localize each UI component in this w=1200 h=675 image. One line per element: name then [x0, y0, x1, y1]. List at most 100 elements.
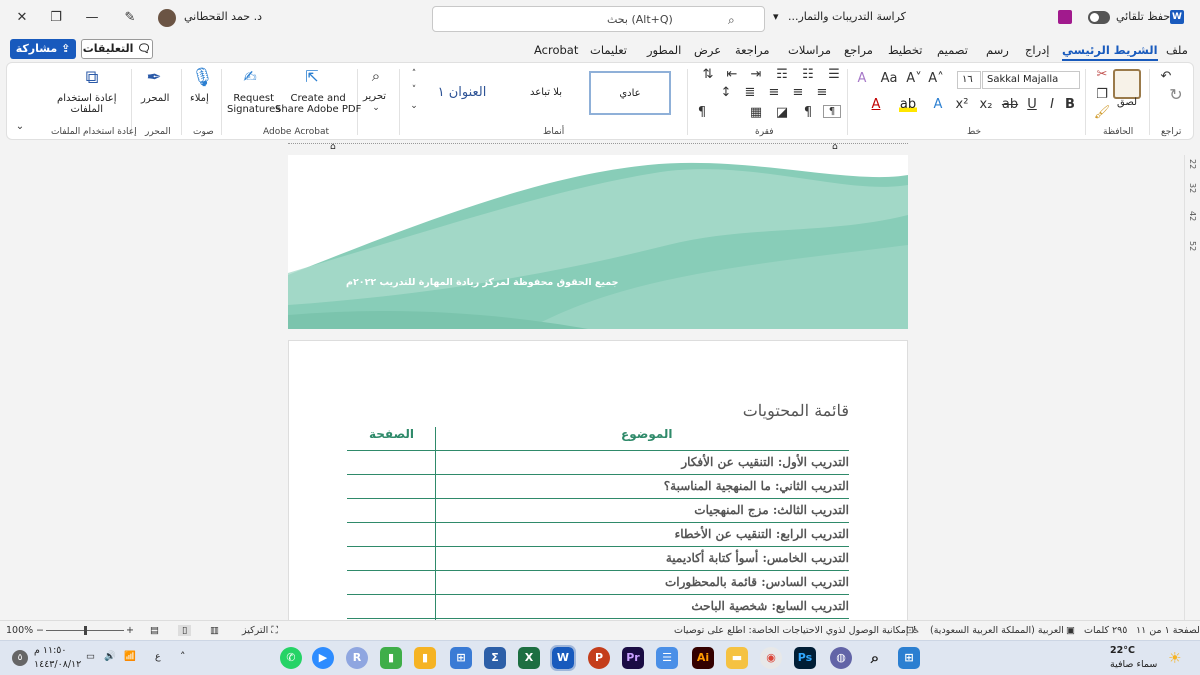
editing-dropdown-icon[interactable]: ⌄ [367, 103, 385, 113]
battery-icon[interactable]: ▭ [86, 651, 95, 662]
style-normal[interactable]: عادي [589, 71, 671, 115]
ruler-left-marker[interactable]: ⌂ [330, 142, 336, 152]
sort-icon[interactable]: ⇅ [699, 67, 717, 82]
reuse-files-icon[interactable]: ⧉ [83, 67, 101, 88]
r-app-icon[interactable]: R [346, 647, 368, 669]
clear-format-icon[interactable]: A [853, 71, 871, 86]
tab-review[interactable]: مراجعة [735, 43, 770, 57]
notes-app-icon[interactable]: ☰ [656, 647, 678, 669]
style-no-spacing[interactable]: بلا تباعد [505, 71, 587, 115]
editor-icon[interactable]: ✒ [145, 67, 163, 88]
tab-references[interactable]: مراجع [844, 43, 873, 57]
request-signatures-icon[interactable]: ✍ [241, 67, 259, 86]
show-marks-icon[interactable]: ¶ [693, 105, 711, 120]
underline-icon[interactable]: U [1023, 97, 1041, 112]
request-signatures-button[interactable]: Request Signatures [227, 93, 280, 115]
shrink-font-icon[interactable]: A˅ [905, 71, 923, 86]
styles-up-icon[interactable]: ˄ [405, 69, 423, 79]
tab-help[interactable]: تعليمات [590, 43, 627, 57]
find-icon[interactable]: ⌕ [367, 67, 385, 85]
page-count[interactable]: الصفحة ١ من ١١ [1136, 625, 1200, 636]
tab-file[interactable]: ملف [1166, 43, 1188, 57]
tab-insert[interactable]: إدراج [1025, 43, 1050, 57]
rtl-direction-icon[interactable]: ¶ [823, 105, 841, 118]
document-title[interactable]: كراسة التدريبات والتمار... [788, 10, 906, 23]
justify-icon[interactable]: ≣ [741, 85, 759, 100]
close-icon[interactable]: ✕ [12, 8, 32, 28]
clock-time[interactable]: ١١:٥٠ م [34, 645, 67, 656]
style-heading-1[interactable]: العنوان ١ [421, 71, 503, 115]
chrome-icon[interactable]: ◉ [760, 647, 782, 669]
tray-chevron-icon[interactable]: ˄ [180, 650, 186, 663]
weather-desc[interactable]: سماء صافية [1110, 659, 1157, 670]
ltr-direction-icon[interactable]: ¶ [799, 105, 817, 120]
editor-button[interactable]: المحرر [141, 93, 169, 104]
focus-button[interactable]: التركيز ⛶ [242, 625, 278, 636]
tab-view[interactable]: عرض [694, 43, 721, 57]
tab-developer[interactable]: المطور [647, 43, 681, 57]
powerbi-icon[interactable]: ▮ [414, 647, 436, 669]
font-name-input[interactable]: Sakkal Majalla [982, 71, 1080, 89]
illustrator-icon[interactable]: Ai [692, 647, 714, 669]
microphone-icon[interactable]: 🎙 [191, 67, 214, 88]
photoshop-icon[interactable]: Ps [794, 647, 816, 669]
editing-button[interactable]: تحرير [363, 91, 386, 102]
borders-icon[interactable]: ▦ [747, 105, 765, 120]
numbering-icon[interactable]: ☷ [799, 67, 817, 82]
superscript-icon[interactable]: x² [953, 97, 971, 112]
redo-icon[interactable]: ↻ [1167, 85, 1185, 104]
search-taskbar-icon[interactable]: ⌕ [864, 647, 886, 669]
input-language[interactable]: ع [155, 651, 161, 662]
macro-icon[interactable]: ⊡ [906, 625, 914, 636]
tab-draw[interactable]: رسم [986, 43, 1009, 57]
bold-icon[interactable]: B [1061, 97, 1079, 112]
create-pdf-icon[interactable]: ⇱ [303, 67, 321, 86]
excel-icon[interactable]: X [518, 647, 540, 669]
print-layout-icon[interactable]: ▯ [178, 625, 192, 636]
clock-date[interactable]: ١٤٤٣/٠٨/١٢ [34, 659, 81, 670]
format-painter-icon[interactable]: 🖌 [1093, 105, 1111, 120]
comments-button[interactable]: التعليقات 🗨 [81, 39, 153, 59]
zoom-level[interactable]: 100% [6, 625, 33, 636]
word-count[interactable]: ٢٩٥ كلمات [1084, 625, 1127, 636]
text-effects-icon[interactable]: A [929, 97, 947, 112]
align-right-icon[interactable]: ≡ [813, 85, 831, 100]
align-center-icon[interactable]: ≡ [789, 85, 807, 100]
decrease-indent-icon[interactable]: ⇤ [723, 67, 741, 82]
avatar[interactable] [158, 9, 176, 27]
reuse-files-button[interactable]: إعادة استخدام الملفات [57, 93, 117, 115]
pen-icon[interactable]: ✎ [120, 8, 140, 28]
paste-button[interactable]: لصق [1117, 97, 1137, 108]
tab-layout[interactable]: تخطيط [888, 43, 922, 57]
weather-temp[interactable]: 22°C [1110, 645, 1135, 656]
subscript-icon[interactable]: x₂ [977, 97, 995, 112]
word-taskbar-icon[interactable]: W [550, 645, 576, 671]
undo-icon[interactable]: ↶ [1157, 69, 1175, 84]
tab-design[interactable]: تصميم [937, 43, 968, 57]
ruler[interactable]: ⌂ ⌂ [0, 140, 1200, 155]
language-status[interactable]: العربية (المملكة العربية السعودية) [930, 625, 1064, 636]
increase-indent-icon[interactable]: ⇥ [747, 67, 765, 82]
accessibility-status[interactable]: إمكانية الوصول لذوي الاحتياجات الخاصة: ا… [674, 625, 920, 636]
sun-icon[interactable]: ☀ [1168, 649, 1181, 667]
paste-icon[interactable] [1113, 69, 1141, 99]
align-left-icon[interactable]: ≡ [765, 85, 783, 100]
sigma-app-icon[interactable]: Σ [484, 647, 506, 669]
powerpoint-icon[interactable]: P [588, 647, 610, 669]
multilevel-icon[interactable]: ☶ [773, 67, 791, 82]
highlight-icon[interactable]: ab [899, 97, 917, 112]
zoom-icon[interactable]: ▶ [312, 647, 334, 669]
web-layout-icon[interactable]: ▤ [150, 625, 159, 636]
wifi-icon[interactable]: 📶 [124, 651, 136, 662]
read-mode-icon[interactable]: ▥ [210, 625, 219, 636]
font-size-input[interactable]: ١٦ [957, 71, 981, 89]
user-name[interactable]: د. حمد القحطاني [184, 10, 262, 23]
autosave-toggle[interactable] [1088, 11, 1110, 24]
teams-chat-icon[interactable]: ◍ [830, 647, 852, 669]
premiere-icon[interactable]: Pr [622, 647, 644, 669]
bullets-icon[interactable]: ☰ [825, 67, 843, 82]
whatsapp-icon[interactable]: ✆ [280, 647, 302, 669]
chevron-down-icon[interactable]: ▾ [773, 10, 779, 23]
change-case-icon[interactable]: Aa [880, 71, 898, 86]
minimize-icon[interactable]: — [82, 8, 102, 28]
